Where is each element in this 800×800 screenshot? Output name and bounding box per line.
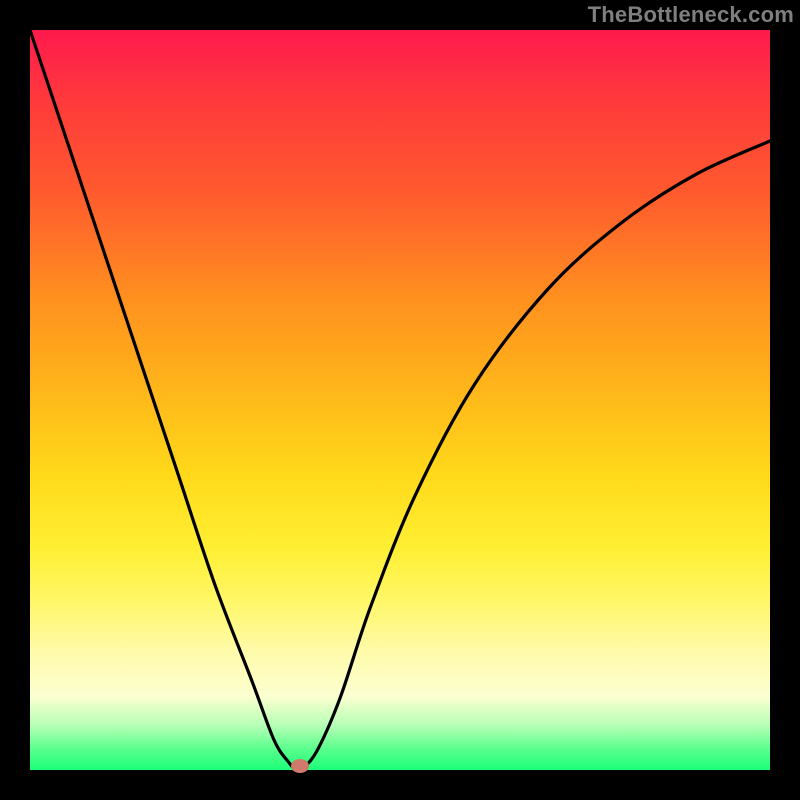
plot-area [30, 30, 770, 770]
bottleneck-curve [30, 30, 770, 770]
minimum-dot [291, 759, 309, 773]
chart-frame: TheBottleneck.com [0, 0, 800, 800]
watermark-text: TheBottleneck.com [588, 2, 794, 28]
curve-svg [30, 30, 770, 770]
